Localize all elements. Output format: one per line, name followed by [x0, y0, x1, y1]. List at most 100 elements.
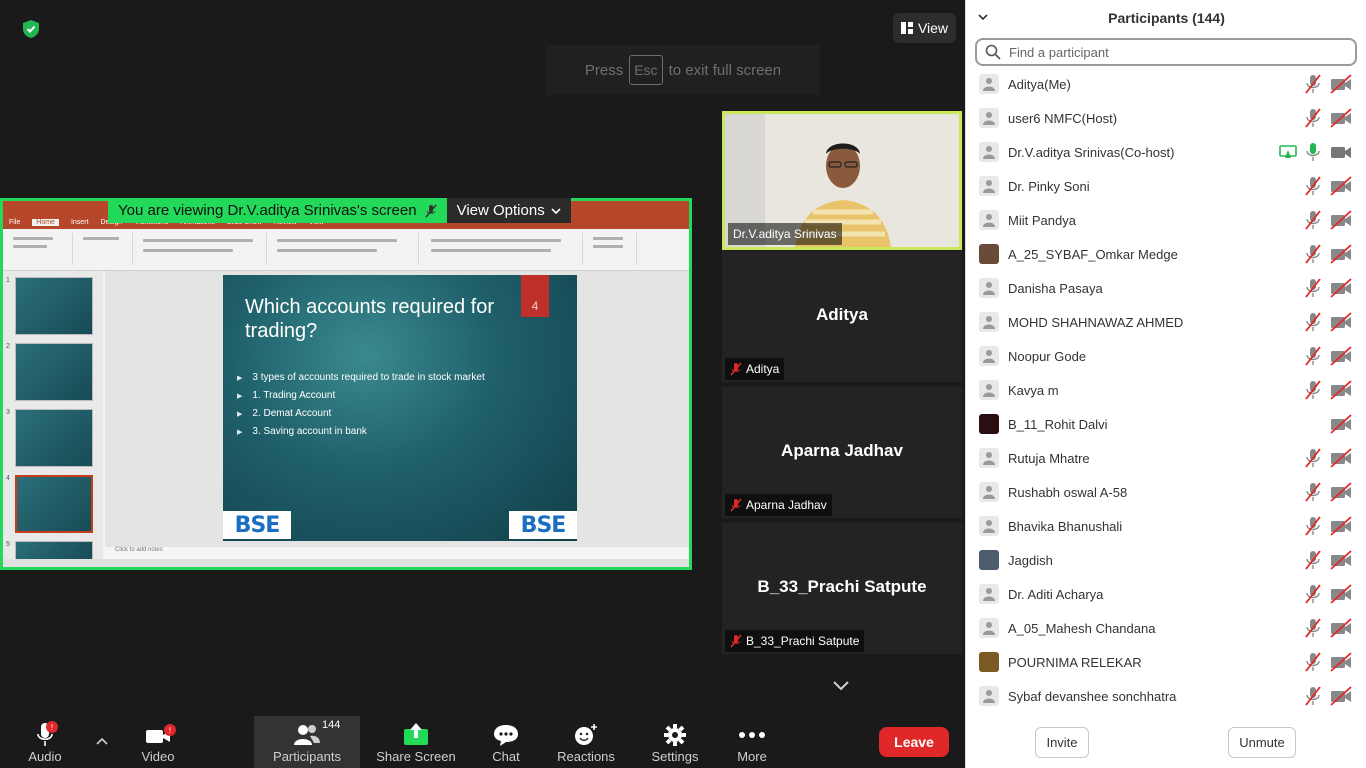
participant-row[interactable]: Danisha Pasaya [966, 271, 1366, 305]
default-avatar-icon [979, 312, 999, 332]
ppt-tab: Home [32, 218, 59, 226]
leave-button[interactable]: Leave [879, 727, 949, 757]
participant-status-icons [1303, 345, 1353, 367]
view-options-label: View Options [456, 202, 545, 219]
video-off-icon [1330, 210, 1352, 230]
shared-screen[interactable]: File Home Insert Design Transitions Anim… [0, 198, 692, 570]
slide-thumbnails: 1 2 3 4 5 [3, 271, 103, 561]
video-off-icon [1330, 74, 1352, 94]
video-tile-active-speaker[interactable]: Dr.V.aditya Srinivas [722, 111, 962, 250]
participant-name: Danisha Pasaya [1008, 280, 1103, 296]
participant-photo [979, 550, 999, 570]
tile-name: Aditya [746, 362, 780, 376]
participants-icon [294, 725, 320, 745]
reactions-button[interactable]: Reactions [556, 716, 616, 768]
participant-row[interactable]: Kavya m [966, 373, 1366, 407]
participant-row[interactable]: user6 NMFC(Host) [966, 101, 1366, 135]
default-avatar-icon [979, 142, 999, 162]
video-off-icon [1330, 652, 1352, 672]
view-options-button[interactable]: View Options [446, 198, 571, 223]
mic-muted-icon [1305, 448, 1321, 468]
video-tile[interactable]: Aditya Aditya [722, 251, 962, 382]
view-layout-button[interactable]: View [893, 13, 956, 43]
participant-name: Jagdish [1008, 552, 1053, 568]
participant-row[interactable]: Dr.V.aditya Srinivas(Co-host) [966, 135, 1366, 169]
participant-name-tag: Aditya [725, 358, 785, 380]
screen-sharing-icon [1279, 145, 1297, 158]
microphone-icon [1306, 143, 1320, 161]
participants-button[interactable]: Participants 144 [254, 716, 360, 768]
participant-row[interactable]: Noopur Gode [966, 339, 1366, 373]
ppt-ribbon [3, 229, 689, 271]
mic-muted-icon [730, 634, 742, 648]
video-off-icon [1330, 176, 1352, 196]
settings-button[interactable]: Settings [649, 716, 701, 768]
participant-status-icons [1303, 685, 1353, 707]
slide-bullet: 1. Trading Account [237, 387, 485, 405]
default-avatar-icon [979, 210, 999, 230]
participant-name-tag: Dr.V.aditya Srinivas [728, 223, 842, 245]
video-label: Video [141, 749, 175, 764]
participant-row[interactable]: Rushabh oswal A-58 [966, 475, 1366, 509]
video-off-icon [1330, 346, 1352, 366]
share-banner: You are viewing Dr.V.aditya Srinivas's s… [108, 198, 571, 223]
invite-button[interactable]: Invite [1035, 727, 1089, 758]
participant-row[interactable]: MOHD SHAHNAWAZ AHMED [966, 305, 1366, 339]
participant-row[interactable]: Dr. Aditi Acharya [966, 577, 1366, 611]
participant-row[interactable]: A_25_SYBAF_Omkar Medge [966, 237, 1366, 271]
video-off-icon [1330, 618, 1352, 638]
audio-options-chevron[interactable] [90, 716, 114, 768]
participant-row[interactable]: Dr. Pinky Soni [966, 169, 1366, 203]
participant-row[interactable]: B_11_Rohit Dalvi [966, 407, 1366, 441]
viewing-screen-label: You are viewing Dr.V.aditya Srinivas's s… [108, 198, 447, 223]
default-avatar-icon [979, 516, 999, 536]
default-avatar-icon [979, 482, 999, 502]
participant-row[interactable]: Miit Pandya [966, 203, 1366, 237]
chevron-up-icon [96, 737, 108, 745]
participant-row[interactable]: A_05_Mahesh Chandana [966, 611, 1366, 645]
mic-muted-icon [1305, 278, 1321, 298]
ellipsis-icon [739, 732, 765, 738]
unmute-all-button[interactable]: Unmute [1228, 727, 1296, 758]
participant-row[interactable]: Jagdish [966, 543, 1366, 577]
participant-name: MOHD SHAHNAWAZ AHMED [1008, 314, 1184, 330]
slide-title: Which accounts required for trading? [245, 296, 495, 342]
audio-button[interactable]: Audio ! [20, 716, 70, 768]
tile-name: B_33_Prachi Satpute [746, 634, 860, 648]
video-button[interactable]: Video ! [133, 716, 183, 768]
scroll-down-chevron-icon[interactable] [831, 676, 851, 696]
esc-press-text: Press [584, 61, 624, 79]
meeting-area: View Press Esc to exit full screen You a… [0, 0, 965, 716]
thumb-number: 5 [6, 541, 10, 548]
participant-name: Noopur Gode [1008, 348, 1087, 364]
participant-photo [979, 244, 999, 264]
participant-row[interactable]: Aditya(Me) [966, 67, 1366, 101]
slide-thumbnail[interactable] [15, 541, 93, 561]
slide-thumbnail[interactable] [15, 409, 93, 467]
more-button[interactable]: More [730, 716, 774, 768]
slide-bullets: 3 types of accounts required to trade in… [237, 369, 485, 441]
chat-bubble-icon [494, 725, 518, 746]
slide-thumbnail-selected[interactable] [15, 475, 93, 533]
participant-row[interactable]: POURNIMA RELEKAR [966, 645, 1366, 679]
chat-button[interactable]: Chat [484, 716, 528, 768]
participant-status-icons [1303, 583, 1353, 605]
mic-muted-icon [1305, 108, 1321, 128]
participant-row[interactable]: Rutuja Mhatre [966, 441, 1366, 475]
settings-label: Settings [651, 749, 699, 764]
mic-muted-icon [1305, 346, 1321, 366]
participant-search[interactable] [975, 38, 1357, 66]
encryption-shield-icon[interactable] [20, 18, 42, 40]
video-tile[interactable]: Aparna Jadhav Aparna Jadhav [722, 387, 962, 518]
participant-row[interactable]: Bhavika Bhanushali [966, 509, 1366, 543]
search-input[interactable] [1009, 44, 1329, 60]
participant-status-icons [1303, 379, 1353, 401]
bse-logo: BSE [509, 511, 577, 539]
slide-thumbnail[interactable] [15, 343, 93, 401]
participant-row[interactable]: Sybaf devanshee sonchhatra [966, 679, 1366, 713]
video-tile[interactable]: B_33_Prachi Satpute B_33_Prachi Satpute [722, 523, 962, 654]
share-screen-button[interactable]: Share Screen [375, 716, 457, 768]
slide-thumbnail[interactable] [15, 277, 93, 335]
search-icon [985, 44, 1001, 60]
bse-logo: BSE [223, 511, 291, 539]
